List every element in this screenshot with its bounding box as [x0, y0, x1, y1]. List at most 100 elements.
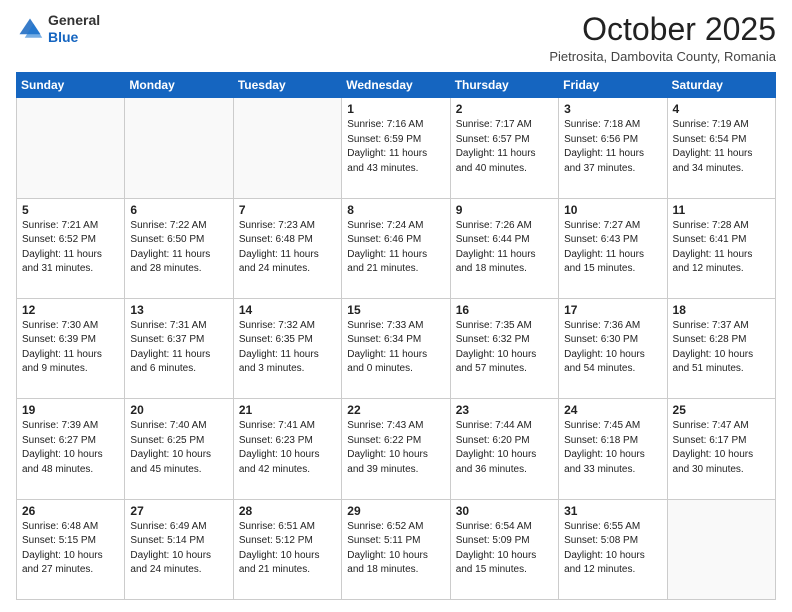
calendar-cell: 7 Sunrise: 7:23 AM Sunset: 6:48 PM Daylig… [233, 198, 341, 298]
day-number: 13 [130, 303, 227, 317]
calendar-cell: 18Sunrise: 7:37 AM Sunset: 6:28 PM Dayli… [667, 298, 775, 398]
day-info: Sunrise: 7:45 AM Sunset: 6:18 PM Dayligh… [564, 419, 661, 477]
day-info: Sunrise: 7:47 AM Sunset: 6:17 PM Dayligh… [673, 419, 770, 477]
day-info: Sunrise: 7:28 AM Sunset: 6:41 PM Dayligh… [673, 219, 770, 277]
header-day-monday: Monday [125, 73, 233, 98]
day-number: 4 [673, 102, 770, 116]
day-number: 30 [456, 504, 553, 518]
day-number: 9 [456, 203, 553, 217]
day-number: 10 [564, 203, 661, 217]
day-info: Sunrise: 7:32 AM Sunset: 6:35 PM Dayligh… [239, 319, 336, 377]
calendar-cell [667, 499, 775, 599]
day-info: Sunrise: 7:43 AM Sunset: 6:22 PM Dayligh… [347, 419, 444, 477]
calendar-cell [233, 98, 341, 198]
day-number: 5 [22, 203, 119, 217]
calendar-header: SundayMondayTuesdayWednesdayThursdayFrid… [17, 73, 776, 98]
day-info: Sunrise: 6:51 AM Sunset: 5:12 PM Dayligh… [239, 520, 336, 578]
calendar-cell: 15Sunrise: 7:33 AM Sunset: 6:34 PM Dayli… [342, 298, 450, 398]
day-number: 12 [22, 303, 119, 317]
day-number: 16 [456, 303, 553, 317]
calendar-cell: 30Sunrise: 6:54 AM Sunset: 5:09 PM Dayli… [450, 499, 558, 599]
day-number: 22 [347, 403, 444, 417]
calendar-cell: 31 Sunrise: 6:55 AM Sunset: 5:08 PM Dayli… [559, 499, 667, 599]
day-info: Sunrise: 7:18 AM Sunset: 6:56 PM Dayligh… [564, 118, 661, 176]
day-info: Sunrise: 7:44 AM Sunset: 6:20 PM Dayligh… [456, 419, 553, 477]
day-info: Sunrise: 7:22 AM Sunset: 6:50 PM Dayligh… [130, 219, 227, 277]
day-number: 14 [239, 303, 336, 317]
day-number: 27 [130, 504, 227, 518]
day-info: Sunrise: 7:26 AM Sunset: 6:44 PM Dayligh… [456, 219, 553, 277]
day-number: 3 [564, 102, 661, 116]
calendar-cell: 4 Sunrise: 7:19 AM Sunset: 6:54 PM Daylig… [667, 98, 775, 198]
day-info: Sunrise: 7:21 AM Sunset: 6:52 PM Dayligh… [22, 219, 119, 277]
calendar-cell: 13 Sunrise: 7:31 AM Sunset: 6:37 PM Dayli… [125, 298, 233, 398]
calendar-cell: 14 Sunrise: 7:32 AM Sunset: 6:35 PM Dayli… [233, 298, 341, 398]
day-info: Sunrise: 6:49 AM Sunset: 5:14 PM Dayligh… [130, 520, 227, 578]
day-number: 1 [347, 102, 444, 116]
calendar-cell: 17Sunrise: 7:36 AM Sunset: 6:30 PM Dayli… [559, 298, 667, 398]
day-info: Sunrise: 7:35 AM Sunset: 6:32 PM Dayligh… [456, 319, 553, 377]
day-info: Sunrise: 6:48 AM Sunset: 5:15 PM Dayligh… [22, 520, 119, 578]
day-number: 28 [239, 504, 336, 518]
week-row-1: 5 Sunrise: 7:21 AM Sunset: 6:52 PM Daylig… [17, 198, 776, 298]
day-info: Sunrise: 7:37 AM Sunset: 6:28 PM Dayligh… [673, 319, 770, 377]
week-row-4: 26 Sunrise: 6:48 AM Sunset: 5:15 PM Dayli… [17, 499, 776, 599]
day-info: Sunrise: 7:41 AM Sunset: 6:23 PM Dayligh… [239, 419, 336, 477]
calendar-cell: 2Sunrise: 7:17 AM Sunset: 6:57 PM Daylig… [450, 98, 558, 198]
header: General Blue October 2025 Pietrosita, Da… [16, 12, 776, 64]
calendar-cell: 27 Sunrise: 6:49 AM Sunset: 5:14 PM Dayli… [125, 499, 233, 599]
day-info: Sunrise: 7:31 AM Sunset: 6:37 PM Dayligh… [130, 319, 227, 377]
day-info: Sunrise: 7:17 AM Sunset: 6:57 PM Dayligh… [456, 118, 553, 176]
day-number: 7 [239, 203, 336, 217]
calendar-cell: 1 Sunrise: 7:16 AM Sunset: 6:59 PM Daylig… [342, 98, 450, 198]
logo: General Blue [16, 12, 100, 46]
week-row-0: 1 Sunrise: 7:16 AM Sunset: 6:59 PM Daylig… [17, 98, 776, 198]
day-number: 31 [564, 504, 661, 518]
calendar-cell: 12 Sunrise: 7:30 AM Sunset: 6:39 PM Dayli… [17, 298, 125, 398]
calendar-table: SundayMondayTuesdayWednesdayThursdayFrid… [16, 72, 776, 600]
day-info: Sunrise: 7:23 AM Sunset: 6:48 PM Dayligh… [239, 219, 336, 277]
calendar-cell: 10Sunrise: 7:27 AM Sunset: 6:43 PM Dayli… [559, 198, 667, 298]
day-number: 11 [673, 203, 770, 217]
calendar-cell: 28 Sunrise: 6:51 AM Sunset: 5:12 PM Dayli… [233, 499, 341, 599]
day-number: 29 [347, 504, 444, 518]
day-number: 17 [564, 303, 661, 317]
calendar-cell: 9 Sunrise: 7:26 AM Sunset: 6:44 PM Daylig… [450, 198, 558, 298]
day-number: 26 [22, 504, 119, 518]
calendar-cell: 23 Sunrise: 7:44 AM Sunset: 6:20 PM Dayli… [450, 399, 558, 499]
logo-text: General Blue [48, 12, 100, 46]
calendar-cell: 6Sunrise: 7:22 AM Sunset: 6:50 PM Daylig… [125, 198, 233, 298]
day-number: 25 [673, 403, 770, 417]
day-info: Sunrise: 7:40 AM Sunset: 6:25 PM Dayligh… [130, 419, 227, 477]
day-info: Sunrise: 7:16 AM Sunset: 6:59 PM Dayligh… [347, 118, 444, 176]
day-number: 23 [456, 403, 553, 417]
day-number: 19 [22, 403, 119, 417]
calendar-cell: 11 Sunrise: 7:28 AM Sunset: 6:41 PM Dayli… [667, 198, 775, 298]
calendar-cell: 20Sunrise: 7:40 AM Sunset: 6:25 PM Dayli… [125, 399, 233, 499]
header-day-thursday: Thursday [450, 73, 558, 98]
month-title: October 2025 [549, 12, 776, 47]
day-number: 8 [347, 203, 444, 217]
day-info: Sunrise: 7:19 AM Sunset: 6:54 PM Dayligh… [673, 118, 770, 176]
day-info: Sunrise: 7:24 AM Sunset: 6:46 PM Dayligh… [347, 219, 444, 277]
day-number: 21 [239, 403, 336, 417]
day-info: Sunrise: 7:30 AM Sunset: 6:39 PM Dayligh… [22, 319, 119, 377]
day-number: 24 [564, 403, 661, 417]
location-subtitle: Pietrosita, Dambovita County, Romania [549, 49, 776, 64]
header-day-friday: Friday [559, 73, 667, 98]
page: General Blue October 2025 Pietrosita, Da… [0, 0, 792, 612]
calendar-cell: 26 Sunrise: 6:48 AM Sunset: 5:15 PM Dayli… [17, 499, 125, 599]
day-info: Sunrise: 6:55 AM Sunset: 5:08 PM Dayligh… [564, 520, 661, 578]
day-info: Sunrise: 7:39 AM Sunset: 6:27 PM Dayligh… [22, 419, 119, 477]
day-info: Sunrise: 6:52 AM Sunset: 5:11 PM Dayligh… [347, 520, 444, 578]
calendar-body: 1 Sunrise: 7:16 AM Sunset: 6:59 PM Daylig… [17, 98, 776, 600]
calendar-cell: 25 Sunrise: 7:47 AM Sunset: 6:17 PM Dayli… [667, 399, 775, 499]
calendar-cell: 8 Sunrise: 7:24 AM Sunset: 6:46 PM Daylig… [342, 198, 450, 298]
header-day-sunday: Sunday [17, 73, 125, 98]
header-day-saturday: Saturday [667, 73, 775, 98]
header-day-tuesday: Tuesday [233, 73, 341, 98]
calendar-cell: 29 Sunrise: 6:52 AM Sunset: 5:11 PM Dayli… [342, 499, 450, 599]
header-row: SundayMondayTuesdayWednesdayThursdayFrid… [17, 73, 776, 98]
week-row-2: 12 Sunrise: 7:30 AM Sunset: 6:39 PM Dayli… [17, 298, 776, 398]
week-row-3: 19 Sunrise: 7:39 AM Sunset: 6:27 PM Dayli… [17, 399, 776, 499]
